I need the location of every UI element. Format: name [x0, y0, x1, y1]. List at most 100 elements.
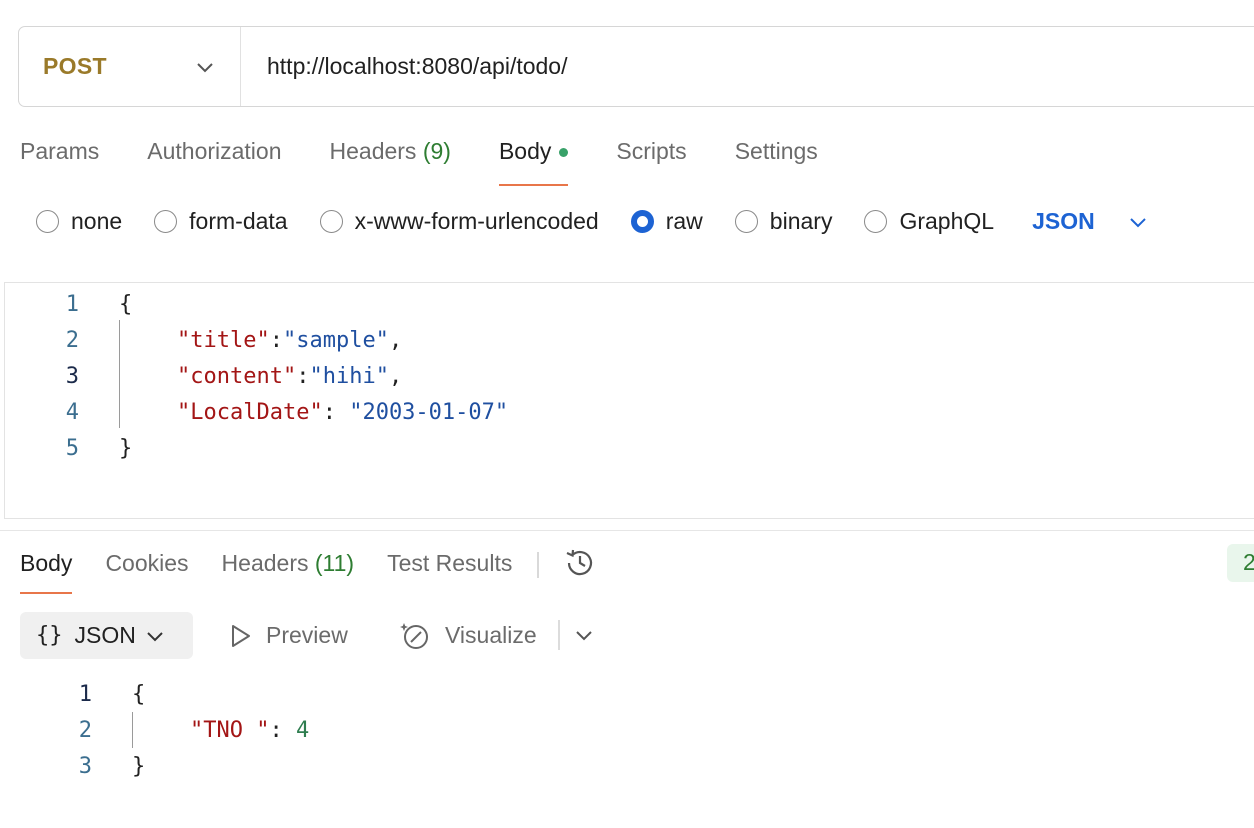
code-token: : — [269, 717, 296, 743]
request-body-editor[interactable]: 1{ 2 "title": "sample", 3 "content": "hihi",… — [4, 282, 1254, 519]
request-tabs: Params Authorization Headers (9) Body Sc… — [20, 132, 866, 186]
line-number: 4 — [65, 399, 79, 425]
radio-graphql-label: GraphQL — [899, 208, 995, 234]
tab-params-label: Params — [20, 138, 100, 164]
response-tab-body-label: Body — [20, 550, 73, 576]
raw-format-label: JSON — [1032, 208, 1095, 234]
radio-raw[interactable]: raw — [630, 208, 703, 235]
code-line: 4 "LocalDate": "2003-01-07" — [5, 394, 508, 430]
tab-headers[interactable]: Headers (9) — [330, 132, 451, 186]
code-token: 4 — [295, 717, 310, 743]
braces-icon: {} — [36, 623, 63, 648]
tab-separator — [537, 552, 539, 578]
radio-circle-icon — [864, 210, 888, 233]
radio-raw-label: raw — [665, 208, 703, 234]
code-token: { — [132, 681, 146, 707]
tab-body-label: Body — [498, 138, 552, 164]
radio-graphql[interactable]: GraphQL — [864, 208, 994, 235]
tab-authorization[interactable]: Authorization — [147, 132, 281, 186]
tab-params[interactable]: Params — [20, 132, 99, 186]
response-tab-headers[interactable]: Headers (11) — [222, 546, 355, 594]
code-line: 5} — [5, 430, 133, 466]
visualize-label: Visualize — [445, 622, 537, 648]
body-type-radios: none form-data x-www-form-urlencoded raw… — [36, 208, 1147, 235]
visualize-icon — [400, 622, 428, 649]
chevron-down-icon[interactable] — [575, 629, 593, 641]
line-number: 2 — [78, 717, 92, 743]
tab-scripts[interactable]: Scripts — [616, 132, 686, 186]
method-select[interactable]: POST — [19, 27, 241, 106]
code-line: 1{ — [18, 676, 146, 712]
headers-count: (9) — [422, 138, 451, 164]
code-token: "sample" — [282, 327, 389, 353]
code-token: : — [269, 327, 283, 353]
status-badge: 2 — [1227, 544, 1254, 582]
response-tab-test-results[interactable]: Test Results — [387, 546, 512, 594]
radio-binary[interactable]: binary — [734, 208, 833, 235]
chevron-down-icon — [197, 62, 213, 72]
code-token: "content" — [177, 363, 297, 389]
response-tab-cookies[interactable]: Cookies — [105, 546, 188, 594]
play-icon — [232, 624, 250, 647]
line-number: 1 — [65, 291, 79, 317]
response-tab-headers-label: Headers — [221, 550, 309, 576]
radio-none[interactable]: none — [36, 208, 122, 235]
tab-settings[interactable]: Settings — [735, 132, 818, 186]
code-token: } — [132, 753, 146, 779]
history-icon[interactable] — [563, 546, 597, 580]
radio-circle-icon — [734, 210, 758, 233]
response-format-label: JSON — [74, 622, 136, 648]
radio-urlencoded-label: x-www-form-urlencoded — [354, 208, 599, 234]
code-line: 1{ — [5, 286, 133, 322]
code-token: } — [119, 435, 133, 461]
response-tab-cookies-label: Cookies — [105, 550, 189, 576]
code-line: 3 "content": "hihi", — [5, 358, 402, 394]
code-token: "hihi" — [309, 363, 389, 389]
url-input[interactable]: http://localhost:8080/api/todo/ — [241, 53, 568, 80]
raw-format-select[interactable]: JSON — [1032, 208, 1147, 235]
code-line: 2 "TNO ": 4 — [18, 712, 309, 748]
code-line: 2 "title": "sample", — [5, 322, 402, 358]
radio-form-data[interactable]: form-data — [154, 208, 288, 235]
code-token: "2003-01-07" — [349, 399, 509, 425]
tab-body[interactable]: Body — [498, 132, 569, 186]
radio-circle-icon — [319, 210, 343, 233]
preview-button[interactable]: Preview — [230, 612, 348, 659]
chevron-down-icon — [1129, 217, 1146, 227]
radio-selected-icon — [630, 210, 654, 233]
visualize-button[interactable]: Visualize — [399, 612, 537, 659]
modified-dot-icon — [559, 148, 569, 157]
tab-settings-label: Settings — [734, 138, 818, 164]
response-headers-count: (11) — [314, 550, 355, 576]
code-token: : — [322, 399, 350, 425]
url-bar: POST http://localhost:8080/api/todo/ — [18, 26, 1254, 107]
radio-binary-label: binary — [769, 208, 833, 234]
response-format-select[interactable]: {} JSON — [20, 612, 193, 659]
response-tab-body[interactable]: Body — [20, 546, 73, 594]
pane-divider[interactable] — [0, 530, 1254, 531]
radio-urlencoded[interactable]: x-www-form-urlencoded — [319, 208, 599, 235]
code-line: 3} — [18, 748, 146, 784]
chevron-down-icon — [147, 631, 163, 641]
code-token: { — [119, 291, 133, 317]
line-number: 2 — [65, 327, 79, 353]
code-token: , — [388, 363, 403, 389]
code-token: "title" — [177, 327, 270, 353]
response-tabs: Body Cookies Headers (11) Test Results — [20, 546, 597, 594]
method-label: POST — [43, 53, 107, 79]
toolbar-separator — [558, 620, 560, 650]
tab-authorization-label: Authorization — [147, 138, 282, 164]
response-tab-test-results-label: Test Results — [387, 550, 513, 576]
radio-circle-icon — [36, 210, 59, 233]
radio-form-data-label: form-data — [189, 208, 288, 234]
line-number: 5 — [65, 435, 79, 461]
code-token: , — [388, 327, 403, 353]
code-token: "LocalDate" — [177, 399, 323, 425]
preview-label: Preview — [266, 622, 348, 648]
code-token: : — [296, 363, 310, 389]
line-number: 3 — [65, 363, 79, 389]
line-number: 3 — [78, 753, 92, 779]
radio-circle-icon — [154, 210, 178, 233]
tab-scripts-label: Scripts — [616, 138, 687, 164]
line-number: 1 — [78, 681, 92, 707]
